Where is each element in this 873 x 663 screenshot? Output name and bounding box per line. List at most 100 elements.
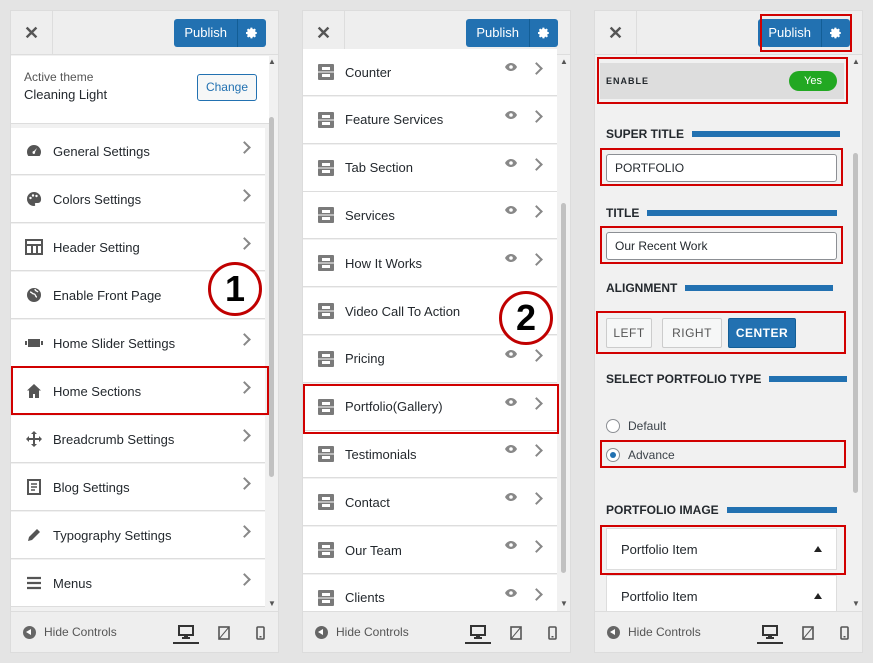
active-theme-section: Active theme Cleaning Light Change [11,56,269,124]
align-left-button[interactable]: LEFT [606,318,652,348]
section-item-testimonials[interactable]: Testimonials [303,431,557,479]
portfolio-item-1[interactable]: Portfolio Item [606,528,837,570]
chevron-right-icon [530,348,543,362]
desktop-preview-icon[interactable] [465,622,491,644]
scroll-thumb[interactable] [269,117,274,477]
settings-item-label: Menus [53,575,93,591]
eye-icon[interactable] [505,110,517,122]
eye-icon[interactable] [505,444,517,456]
settings-item-home-slider-settings[interactable]: Home Slider Settings [11,320,265,367]
publish-button[interactable]: Publish [466,19,530,47]
mobile-preview-icon[interactable] [831,622,857,644]
eye-icon[interactable] [505,492,517,504]
scrollbar[interactable]: ▲ ▼ [267,55,277,611]
scrollbar[interactable]: ▲ ▼ [559,55,569,611]
section-item-feature-services[interactable]: Feature Services [303,96,557,144]
section-item-how-it-works[interactable]: How It Works [303,240,557,288]
desktop-preview-icon[interactable] [173,622,199,644]
portfolio-settings-panel: ✕ Publish ENABLE Yes SUPER TITLE TITLE A… [594,10,863,653]
portfolio-item-label: Portfolio Item [621,542,698,557]
theme-name: Cleaning Light [24,87,108,102]
section-item-label: Pricing [345,351,385,367]
scroll-thumb[interactable] [561,203,566,573]
tablet-preview-icon[interactable] [795,622,821,644]
portfolio-item-2[interactable]: Portfolio Item [606,575,837,615]
close-button[interactable]: ✕ [595,11,637,55]
radio-advance[interactable]: Advance [606,448,675,462]
align-right-button[interactable]: RIGHT [662,318,722,348]
tablet-preview-icon[interactable] [503,622,529,644]
enable-toggle[interactable]: Yes [789,71,837,91]
collapse-arrow-icon[interactable] [814,593,822,599]
scroll-up-arrow[interactable]: ▲ [267,57,277,67]
title-input[interactable] [606,232,837,260]
scroll-up-arrow[interactable]: ▲ [851,57,861,67]
section-icon [317,541,335,559]
settings-item-typography-settings[interactable]: Typography Settings [11,512,265,559]
settings-item-breadcrumb-settings[interactable]: Breadcrumb Settings [11,416,265,463]
settings-item-colors-settings[interactable]: Colors Settings [11,176,265,223]
chevron-right-icon [530,396,543,410]
settings-item-label: General Settings [53,143,150,159]
chevron-right-icon [530,205,543,219]
settings-item-blog-settings[interactable]: Blog Settings [11,464,265,511]
home-sections-panel: ✕ Publish Counter Feature Services Tab Sec… [302,10,571,653]
settings-item-general-settings[interactable]: General Settings [11,128,265,175]
hide-controls-button[interactable]: Hide Controls [23,625,117,639]
radio-advance-circle[interactable] [606,448,620,462]
active-theme-label: Active theme [24,70,94,84]
eye-icon[interactable] [505,205,517,217]
eye-icon[interactable] [505,253,517,265]
gear-icon[interactable] [822,19,850,47]
section-item-label: How It Works [345,255,423,271]
desktop-preview-icon[interactable] [757,622,783,644]
enable-label: ENABLE [606,76,650,86]
scroll-down-arrow[interactable]: ▼ [267,599,277,609]
publish-button[interactable]: Publish [174,19,238,47]
close-button[interactable]: ✕ [11,11,53,55]
section-item-tab-section[interactable]: Tab Section [303,144,557,192]
section-item-services[interactable]: Services [303,192,557,240]
chevron-right-icon [530,540,543,553]
publish-button[interactable]: Publish [758,19,822,47]
eye-icon[interactable] [505,397,517,409]
gear-icon[interactable] [530,19,558,47]
align-center-button[interactable]: CENTER [728,318,796,348]
publish-button-group: Publish [466,19,558,47]
collapse-arrow-icon[interactable] [814,546,822,552]
section-item-contact[interactable]: Contact [303,479,557,527]
radio-default-circle[interactable] [606,419,620,433]
settings-item-label: Home Sections [53,383,142,399]
chevron-right-icon [530,157,543,171]
eye-icon[interactable] [505,540,517,552]
scrollbar[interactable]: ▲ ▼ [851,55,861,611]
alignment-label: ALIGNMENT [606,281,678,295]
eye-icon[interactable] [505,158,517,170]
section-item-label: Our Team [345,542,402,558]
tablet-preview-icon[interactable] [211,622,237,644]
eye-icon[interactable] [505,588,517,600]
mobile-preview-icon[interactable] [247,622,273,644]
section-icon [317,589,335,607]
eye-icon[interactable] [505,62,517,74]
eye-icon[interactable] [505,349,517,361]
heading-bar [726,507,837,513]
hide-controls-button[interactable]: Hide Controls [607,625,701,639]
hide-controls-button[interactable]: Hide Controls [315,625,409,639]
scroll-thumb[interactable] [853,153,858,493]
settings-item-menus[interactable]: Menus [11,560,265,607]
gear-icon[interactable] [238,19,266,47]
scroll-up-arrow[interactable]: ▲ [559,57,569,67]
section-item-our-team[interactable]: Our Team [303,527,557,574]
section-item-portfolio-gallery[interactable]: Portfolio(Gallery) [303,383,557,431]
settings-item-home-sections[interactable]: Home Sections [11,368,265,415]
change-theme-button[interactable]: Change [197,74,257,101]
super-title-input[interactable] [606,154,837,182]
radio-default[interactable]: Default [606,419,666,433]
section-item-counter[interactable]: Counter [303,49,557,96]
chevron-right-icon [530,444,543,458]
scroll-down-arrow[interactable]: ▼ [851,599,861,609]
scroll-down-arrow[interactable]: ▼ [559,599,569,609]
mobile-preview-icon[interactable] [539,622,565,644]
title-label: TITLE [606,206,640,220]
